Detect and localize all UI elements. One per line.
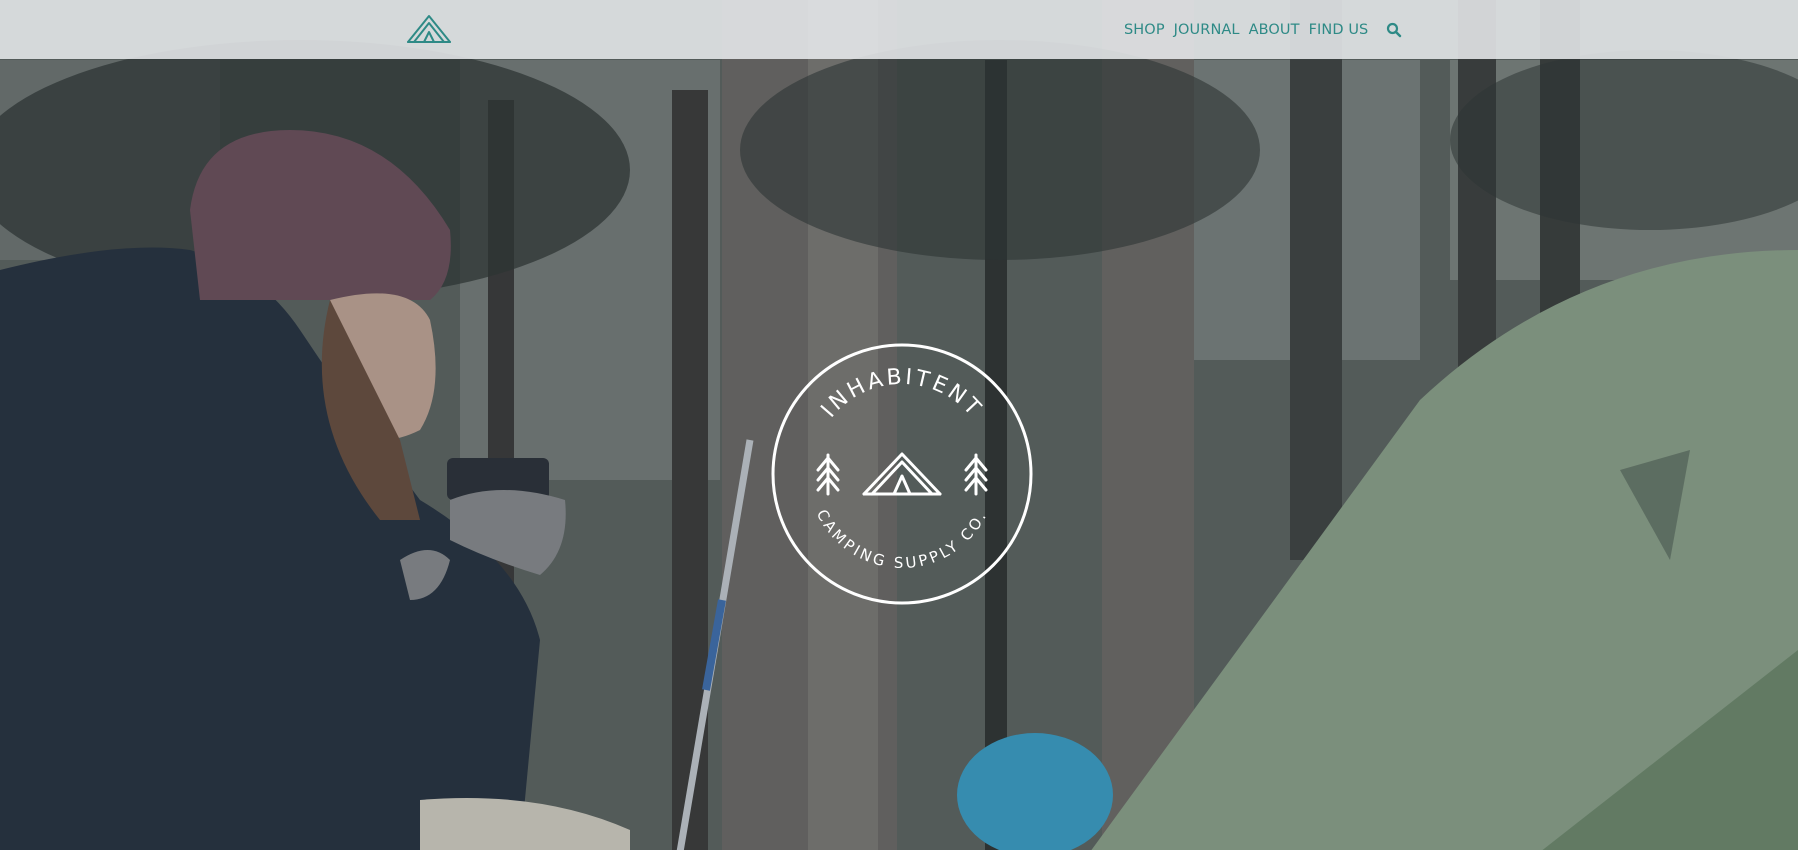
tent-icon[interactable] [406,12,452,44]
tent-icon [862,452,942,496]
nav-link-journal[interactable]: JOURNAL [1174,22,1240,38]
main-nav: SHOP JOURNAL ABOUT FIND US [1124,0,1402,59]
hero-section: INHABITENT CAMPING SUPPLY CO. [0,0,1798,852]
pine-tree-icon [816,453,840,496]
emblem-top-text: INHABITENT [817,365,988,423]
brand-emblem: INHABITENT CAMPING SUPPLY CO. [771,343,1033,605]
nav-link-about[interactable]: ABOUT [1249,22,1300,38]
pine-tree-icon [964,453,988,496]
top-navbar: SHOP JOURNAL ABOUT FIND US [0,0,1798,59]
emblem-bottom-text: CAMPING SUPPLY CO. [813,506,991,572]
search-icon[interactable] [1386,22,1402,38]
nav-link-shop[interactable]: SHOP [1124,22,1165,38]
nav-link-find-us[interactable]: FIND US [1309,22,1369,38]
